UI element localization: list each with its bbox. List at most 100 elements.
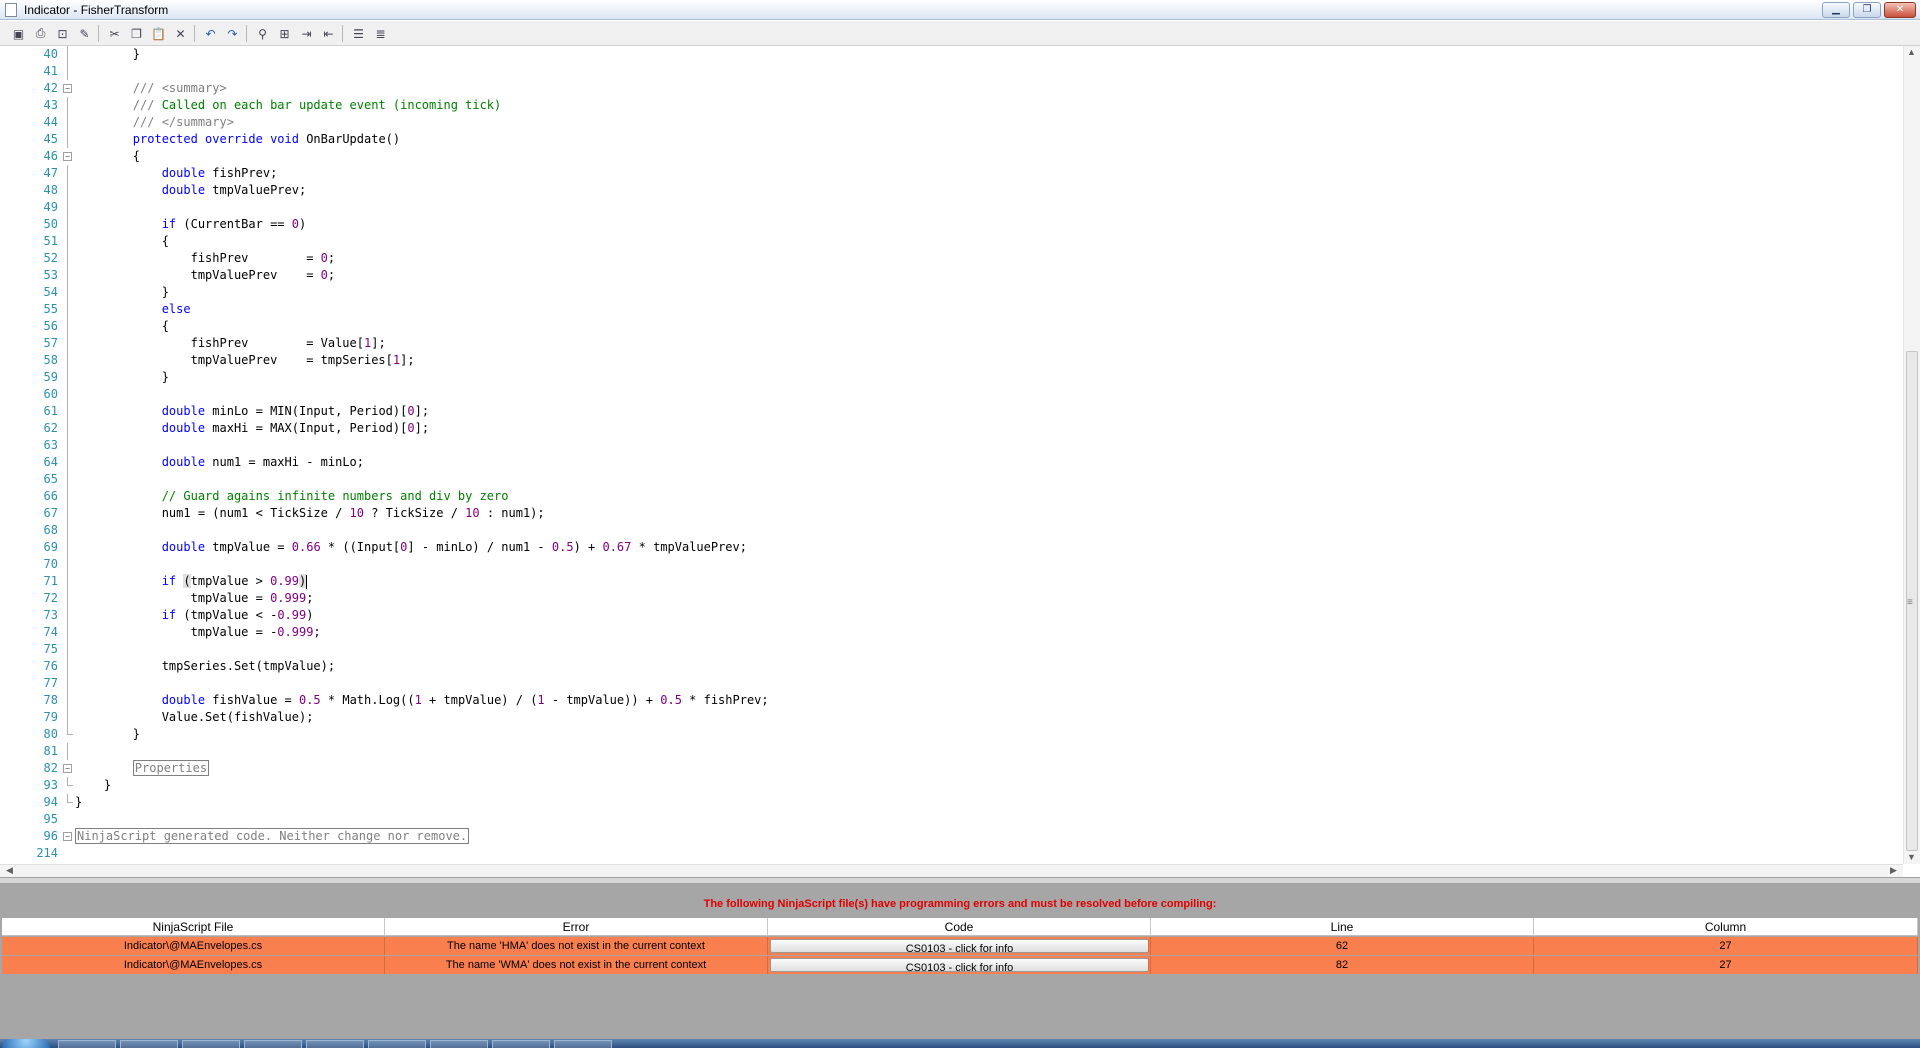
header-code[interactable]: Code xyxy=(768,918,1151,935)
paste-icon[interactable]: 📋 xyxy=(150,25,167,42)
vertical-scrollbar[interactable]: ▲ ≡ ▼ xyxy=(1903,46,1920,864)
code-line[interactable]: 63 xyxy=(0,437,1900,454)
code-line[interactable]: 45 protected override void OnBarUpdate() xyxy=(0,131,1900,148)
code-line[interactable]: 68 xyxy=(0,522,1900,539)
code-line[interactable]: 72 tmpValue = 0.999; xyxy=(0,590,1900,607)
code-line[interactable]: 77 xyxy=(0,675,1900,692)
fold-toggle-icon[interactable]: − xyxy=(63,152,72,161)
fold-toggle-icon[interactable]: − xyxy=(63,764,72,773)
code-line[interactable]: 46− { xyxy=(0,148,1900,165)
header-line[interactable]: Line xyxy=(1151,918,1534,935)
compile-icon[interactable]: ✎ xyxy=(76,25,93,42)
scroll-up-icon[interactable]: ▲ xyxy=(1907,47,1916,57)
code-line[interactable]: 75 xyxy=(0,641,1900,658)
code-line[interactable]: 44 /// </summary> xyxy=(0,114,1900,131)
code-line[interactable]: 70 xyxy=(0,556,1900,573)
code-line[interactable]: 43 /// Called on each bar update event (… xyxy=(0,97,1900,114)
code-line[interactable]: 78 double fishValue = 0.5 * Math.Log((1 … xyxy=(0,692,1900,709)
code-line[interactable]: 51 { xyxy=(0,233,1900,250)
code-line[interactable]: 74 tmpValue = -0.999; xyxy=(0,624,1900,641)
code-line[interactable]: 67 num1 = (num1 < TickSize / 10 ? TickSi… xyxy=(0,505,1900,522)
code-line[interactable]: 81 xyxy=(0,743,1900,760)
code-line[interactable]: 73 if (tmpValue < -0.99) xyxy=(0,607,1900,624)
cut-icon[interactable]: ✂ xyxy=(106,25,123,42)
code-line[interactable]: 41 xyxy=(0,63,1900,80)
code-line[interactable]: 54 } xyxy=(0,284,1900,301)
fold-toggle-icon[interactable]: − xyxy=(63,832,72,841)
find-icon[interactable]: ⚲ xyxy=(254,25,271,42)
taskbar-app-button[interactable] xyxy=(120,1040,178,1048)
code-line[interactable]: 53 tmpValuePrev = 0; xyxy=(0,267,1900,284)
code-line[interactable]: 55 else xyxy=(0,301,1900,318)
code-line[interactable]: 82− Properties xyxy=(0,760,1900,777)
header-ninjascript-file[interactable]: NinjaScript File xyxy=(2,918,385,935)
header-error[interactable]: Error xyxy=(385,918,768,935)
code-line[interactable]: 96− NinjaScript generated code. Neither c… xyxy=(0,828,1900,845)
code-line[interactable]: 66 // Guard agains infinite numbers and … xyxy=(0,488,1900,505)
outdent-icon[interactable]: ⇤ xyxy=(320,25,337,42)
code-line[interactable]: 94} xyxy=(0,794,1900,811)
code-line[interactable]: 69 double tmpValue = 0.66 * ((Input[0] -… xyxy=(0,539,1900,556)
code-line[interactable]: 79 Value.Set(fishValue); xyxy=(0,709,1900,726)
error-row[interactable]: Indicator\@MAEnvelopes.cs The name 'HMA'… xyxy=(2,937,1918,955)
code-line[interactable]: 65 xyxy=(0,471,1900,488)
taskbar-app-button[interactable] xyxy=(430,1040,488,1048)
code-line[interactable]: 60 xyxy=(0,386,1900,403)
comment-icon[interactable]: ☰ xyxy=(350,25,367,42)
code-line[interactable]: 58 tmpValuePrev = tmpSeries[1]; xyxy=(0,352,1900,369)
code-line[interactable]: 56 { xyxy=(0,318,1900,335)
uncomment-icon[interactable]: ≣ xyxy=(372,25,389,42)
replace-icon[interactable]: ⊞ xyxy=(276,25,293,42)
collapsed-region[interactable]: NinjaScript generated code. Neither chan… xyxy=(75,828,470,844)
fold-toggle-icon[interactable]: − xyxy=(63,84,72,93)
copy-icon[interactable]: ❐ xyxy=(128,25,145,42)
code-line[interactable]: 52 fishPrev = 0; xyxy=(0,250,1900,267)
delete-icon[interactable]: ✕ xyxy=(172,25,189,42)
scroll-down-icon[interactable]: ▼ xyxy=(1907,852,1916,862)
code-line[interactable]: 214 xyxy=(0,845,1900,862)
minimize-button[interactable]: ▁ xyxy=(1822,2,1850,18)
taskbar-app-button[interactable] xyxy=(306,1040,364,1048)
taskbar-app-button[interactable] xyxy=(182,1040,240,1048)
print-preview-icon[interactable]: ⊡ xyxy=(54,25,71,42)
code-line[interactable]: 42− /// <summary> xyxy=(0,80,1900,97)
redo-icon[interactable]: ↷ xyxy=(224,25,241,42)
code-line[interactable]: 76 tmpSeries.Set(tmpValue); xyxy=(0,658,1900,675)
header-column[interactable]: Column xyxy=(1534,918,1918,935)
collapsed-region[interactable]: Properties xyxy=(132,760,210,776)
code-line[interactable]: 40 } xyxy=(0,46,1900,63)
indent-icon[interactable]: ⇥ xyxy=(298,25,315,42)
code-line[interactable]: 57 fishPrev = Value[1]; xyxy=(0,335,1900,352)
undo-icon[interactable]: ↶ xyxy=(202,25,219,42)
taskbar-app-button[interactable] xyxy=(244,1040,302,1048)
save-icon[interactable]: ▣ xyxy=(10,25,27,42)
start-button[interactable] xyxy=(2,1039,50,1048)
error-code-button[interactable]: CS0103 - click for info xyxy=(770,958,1149,974)
scroll-right-icon[interactable]: ▶ xyxy=(1890,865,1897,876)
taskbar-app-button[interactable] xyxy=(58,1040,116,1048)
code-line[interactable]: 48 double tmpValuePrev; xyxy=(0,182,1900,199)
code-line[interactable]: 93 } xyxy=(0,777,1900,794)
code-line[interactable]: 50 if (CurrentBar == 0) xyxy=(0,216,1900,233)
code-line[interactable]: 95 xyxy=(0,811,1900,828)
code-line[interactable]: 64 double num1 = maxHi - minLo; xyxy=(0,454,1900,471)
taskbar-app-button[interactable] xyxy=(554,1040,612,1048)
print-icon[interactable]: ⎙ xyxy=(32,25,49,42)
code-line[interactable]: 71 if (tmpValue > 0.99) xyxy=(0,573,1900,590)
code-line[interactable]: 49 xyxy=(0,199,1900,216)
error-code-button[interactable]: CS0103 - click for info xyxy=(770,939,1149,955)
code-line[interactable]: 61 double minLo = MIN(Input, Period)[0]; xyxy=(0,403,1900,420)
code-line[interactable]: 59 } xyxy=(0,369,1900,386)
restore-button[interactable]: ❐ xyxy=(1853,2,1881,18)
panel-splitter[interactable] xyxy=(0,877,1920,884)
code-editor[interactable]: 40 } 41 42− /// <summary> 43 /// Called on … xyxy=(0,46,1920,874)
code-line[interactable]: 47 double fishPrev; xyxy=(0,165,1900,182)
close-button[interactable]: ✕ xyxy=(1884,2,1916,18)
error-row[interactable]: Indicator\@MAEnvelopes.cs The name 'WMA'… xyxy=(2,956,1918,974)
scroll-left-icon[interactable]: ◀ xyxy=(6,865,13,876)
horizontal-scrollbar[interactable]: ◀ ▶ xyxy=(0,864,1903,877)
taskbar-app-button[interactable] xyxy=(492,1040,550,1048)
code-line[interactable]: 62 double maxHi = MAX(Input, Period)[0]; xyxy=(0,420,1900,437)
taskbar-app-button[interactable] xyxy=(368,1040,426,1048)
code-line[interactable]: 80 } xyxy=(0,726,1900,743)
